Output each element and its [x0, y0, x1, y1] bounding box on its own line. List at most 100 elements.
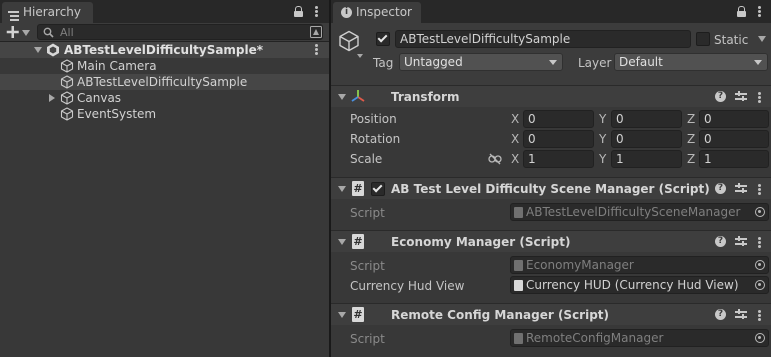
object-picker-icon[interactable]	[755, 260, 765, 270]
axis-x-label[interactable]: X	[511, 131, 519, 147]
gameobject-cube-icon	[60, 59, 74, 73]
component-header-abtest-scene-manager[interactable]: # AB Test Level Difficulty Scene Manager…	[331, 177, 771, 199]
position-label: Position	[350, 112, 397, 126]
presets-icon[interactable]	[735, 309, 747, 320]
gameobject-cube-icon	[60, 107, 74, 121]
collapse-arrow-icon[interactable]	[338, 239, 346, 245]
hierarchy-panel: Hierarchy All ABTestLevelDifficultySampl…	[0, 0, 329, 357]
unity-scene-icon	[46, 43, 60, 57]
add-icon[interactable]	[6, 24, 20, 40]
hierarchy-list-icon	[8, 7, 19, 21]
hierarchy-item-canvas[interactable]: Canvas	[0, 90, 329, 106]
scene-options-icon[interactable]	[315, 44, 318, 55]
expand-arrow-icon[interactable]	[49, 94, 55, 102]
more-options-icon[interactable]	[758, 6, 761, 17]
script-file-icon	[514, 333, 523, 344]
component-menu-icon[interactable]	[758, 92, 761, 103]
axis-y-label[interactable]: Y	[599, 131, 606, 147]
collapse-arrow-icon[interactable]	[34, 47, 42, 53]
hierarchy-item-eventsystem[interactable]: EventSystem	[0, 106, 329, 122]
rotation-y-field[interactable]: 0	[611, 130, 682, 148]
component-menu-icon[interactable]	[758, 310, 761, 321]
transform-axes-icon	[351, 89, 365, 103]
static-checkbox[interactable]	[696, 32, 710, 46]
object-name-field[interactable]: ABTestLevelDifficultySample	[395, 30, 691, 48]
static-dropdown-icon[interactable]	[758, 36, 766, 42]
scale-label: Scale	[350, 152, 383, 166]
more-options-icon[interactable]	[315, 6, 318, 17]
axis-y-label[interactable]: Y	[599, 111, 606, 127]
scale-y-field[interactable]: 1	[611, 150, 682, 168]
script-label: Script	[350, 206, 385, 220]
position-z-field[interactable]: 0	[699, 110, 769, 128]
lock-icon[interactable]	[737, 6, 746, 17]
component-menu-icon[interactable]	[758, 184, 761, 195]
object-picker-icon[interactable]	[755, 280, 765, 290]
script-icon: #	[352, 234, 364, 249]
scale-z-field[interactable]: 1	[699, 150, 769, 168]
component-header-remote-config-manager[interactable]: # Remote Config Manager (Script) ?	[331, 303, 771, 325]
script-field: ABTestLevelDifficultySceneManager	[510, 203, 769, 221]
object-picker-icon[interactable]	[755, 333, 765, 343]
transform-header[interactable]: Transform ?	[331, 85, 771, 107]
checkmark-icon	[377, 32, 388, 43]
hierarchy-tree: ABTestLevelDifficultySample* Main Camera…	[0, 42, 329, 357]
axis-x-label[interactable]: X	[511, 111, 519, 127]
search-icon	[43, 27, 54, 38]
help-icon[interactable]: ?	[715, 183, 726, 194]
script-label: Script	[350, 332, 385, 346]
component-header-economy-manager[interactable]: # Economy Manager (Script) ?	[331, 230, 771, 252]
position-x-field[interactable]: 0	[523, 110, 594, 128]
gameobject-cube-icon[interactable]	[338, 30, 360, 52]
tab-hierarchy[interactable]: Hierarchy	[2, 2, 93, 23]
object-picker-icon[interactable]	[755, 207, 765, 217]
component-body-economy-manager: Script EconomyManager Currency Hud View …	[331, 252, 771, 303]
currency-hud-view-label: Currency Hud View	[350, 279, 465, 293]
hierarchy-item-label: EventSystem	[77, 107, 157, 121]
axis-z-label[interactable]: Z	[687, 151, 695, 167]
script-label: Script	[350, 259, 385, 273]
hierarchy-item-main-camera[interactable]: Main Camera	[0, 58, 329, 74]
icon-dropdown-icon[interactable]	[357, 54, 363, 58]
hierarchy-item-label: Canvas	[77, 91, 122, 105]
tag-label: Tag	[373, 56, 394, 70]
help-icon[interactable]: ?	[715, 91, 726, 102]
presets-icon[interactable]	[735, 183, 747, 194]
hierarchy-search-input[interactable]: All	[37, 24, 323, 40]
axis-x-label[interactable]: X	[511, 151, 519, 167]
scale-x-field[interactable]: 1	[523, 150, 594, 168]
script-icon: #	[352, 307, 364, 322]
tag-dropdown[interactable]: Untagged	[399, 53, 563, 71]
currency-hud-view-field[interactable]: Currency HUD (Currency Hud View)	[510, 276, 769, 294]
active-checkbox[interactable]	[376, 32, 390, 46]
layer-dropdown[interactable]: Default	[614, 53, 768, 71]
component-enabled-checkbox[interactable]	[371, 182, 385, 196]
add-dropdown-icon[interactable]	[22, 30, 30, 36]
axis-z-label[interactable]: Z	[687, 111, 695, 127]
hierarchy-item-abtest[interactable]: ABTestLevelDifficultySample	[0, 74, 329, 90]
scene-filter-icon[interactable]	[310, 26, 322, 38]
inspector-tab-label: Inspector	[356, 5, 412, 19]
axis-y-label[interactable]: Y	[599, 151, 606, 167]
hierarchy-item-label: Main Camera	[77, 59, 157, 73]
scene-row[interactable]: ABTestLevelDifficultySample*	[0, 42, 329, 58]
script-field: RemoteConfigManager	[510, 329, 769, 347]
constrain-proportions-icon[interactable]	[488, 153, 502, 165]
presets-icon[interactable]	[735, 236, 747, 247]
lock-icon[interactable]	[294, 6, 303, 17]
axis-z-label[interactable]: Z	[687, 131, 695, 147]
collapse-arrow-icon[interactable]	[338, 312, 346, 318]
position-y-field[interactable]: 0	[611, 110, 682, 128]
presets-icon[interactable]	[735, 91, 747, 102]
info-icon: i	[341, 7, 352, 18]
transform-body: Position X 0 Y 0 Z 0 Rotation X 0 Y 0 Z …	[331, 107, 771, 177]
tab-inspector[interactable]: i Inspector	[333, 2, 421, 23]
collapse-arrow-icon[interactable]	[338, 186, 346, 192]
help-icon[interactable]: ?	[715, 309, 726, 320]
help-icon[interactable]: ?	[715, 236, 726, 247]
hierarchy-tab-label: Hierarchy	[23, 5, 82, 19]
collapse-arrow-icon[interactable]	[338, 94, 346, 100]
component-menu-icon[interactable]	[758, 237, 761, 248]
rotation-x-field[interactable]: 0	[523, 130, 594, 148]
rotation-z-field[interactable]: 0	[699, 130, 769, 148]
